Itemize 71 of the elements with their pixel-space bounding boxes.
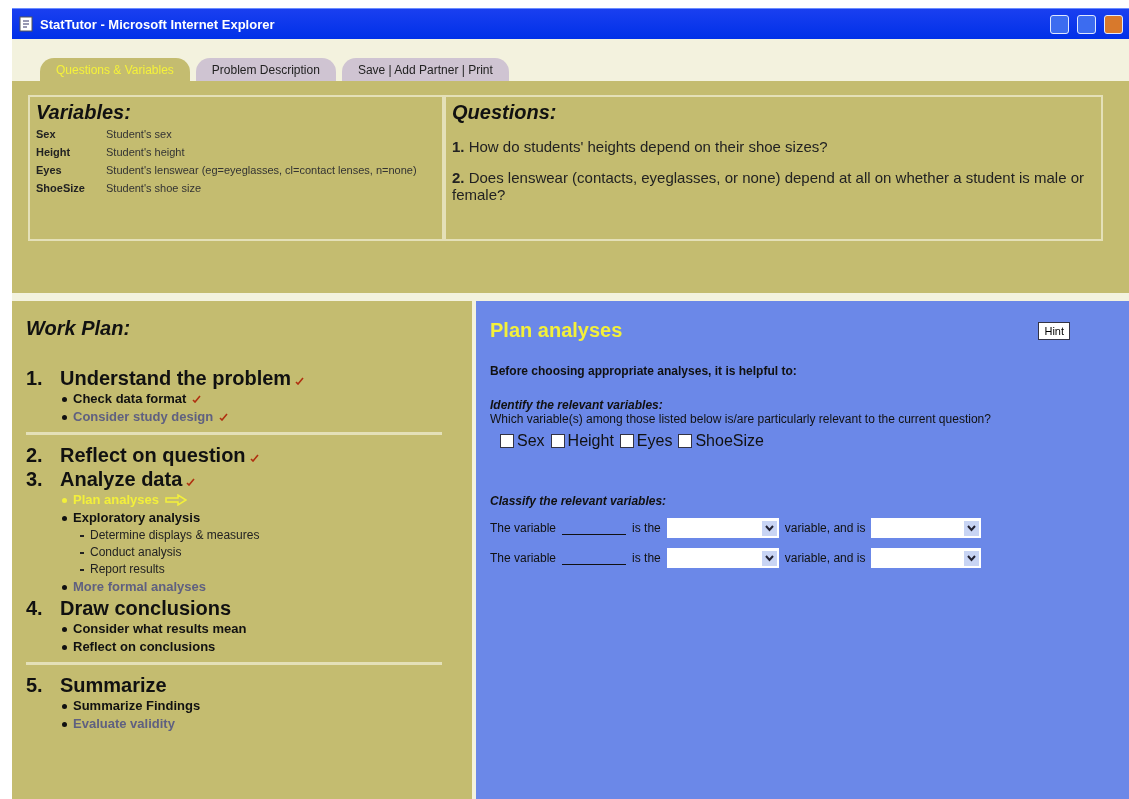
task-link[interactable]: Summarize Findings bbox=[73, 697, 201, 715]
variable-description: Student's height bbox=[106, 146, 186, 158]
maximize-button[interactable] bbox=[1077, 14, 1096, 34]
dash-icon bbox=[80, 551, 84, 554]
checkbox-label[interactable]: Eyes bbox=[636, 432, 673, 450]
checkbox[interactable] bbox=[500, 434, 514, 448]
subtask-link[interactable]: Determine displays & measures bbox=[90, 527, 260, 544]
variable-description: Student's shoe size bbox=[106, 182, 203, 194]
step-title[interactable]: Analyze data bbox=[60, 467, 183, 491]
checkbox-label[interactable]: Height bbox=[567, 432, 614, 450]
bullet-icon bbox=[62, 515, 67, 521]
question-text: 1. How do students' heights depend on their shoe sizes? bbox=[452, 138, 829, 155]
step-number: 3. bbox=[26, 467, 44, 491]
variable-description: Student's lenswear (eg=eyeglasses, cl=contact lenses, n=none) bbox=[106, 164, 418, 176]
step-heading: Plan analyses bbox=[490, 319, 623, 342]
variable-name: Sex bbox=[36, 128, 57, 140]
intro-text: Before choosing appropriate analyses, it is helpful to: bbox=[490, 364, 798, 378]
dash-icon bbox=[80, 534, 84, 537]
bullet-icon bbox=[62, 703, 67, 709]
step-title[interactable]: Summarize bbox=[60, 673, 167, 697]
arrow-icon bbox=[165, 494, 187, 506]
bullet-icon bbox=[62, 414, 67, 420]
question-text: 2. Does lenswear (contacts, eyeglasses, or none) depend at all on whether a student is male or female? bbox=[452, 169, 1086, 203]
bullet-icon bbox=[62, 497, 67, 503]
questions-heading: Questions: bbox=[452, 101, 558, 124]
step-number: 1. bbox=[26, 366, 44, 390]
bullet-icon bbox=[62, 721, 67, 727]
step-title[interactable]: Understand the problem bbox=[60, 366, 292, 390]
variable-name: ShoeSize bbox=[36, 182, 86, 194]
variable-name: Eyes bbox=[36, 164, 63, 176]
task-link[interactable]: Check data format bbox=[73, 390, 187, 408]
tab[interactable]: Problem Description bbox=[195, 58, 336, 81]
section-heading: Identify the relevant variables: bbox=[490, 398, 664, 412]
task-link[interactable]: Exploratory analysis bbox=[73, 509, 201, 527]
step-title[interactable]: Draw conclusions bbox=[60, 596, 232, 620]
bullet-icon bbox=[62, 644, 67, 650]
step-number: 4. bbox=[26, 596, 44, 620]
browser-page-icon bbox=[18, 16, 34, 32]
task-link[interactable]: Reflect on conclusions bbox=[73, 638, 216, 656]
close-button[interactable] bbox=[1104, 14, 1123, 34]
step-number: 2. bbox=[26, 443, 44, 467]
sentence-text: variable, and is bbox=[784, 521, 866, 535]
sentence-text: The variable bbox=[490, 521, 557, 535]
checkbox[interactable] bbox=[678, 434, 693, 448]
sentence-text: The variable bbox=[490, 551, 557, 565]
section-heading: Classify the relevant variables: bbox=[490, 494, 668, 508]
task-link[interactable]: Consider what results mean bbox=[73, 620, 247, 638]
variables-heading: Variables: bbox=[36, 101, 132, 124]
bullet-icon bbox=[62, 396, 67, 402]
minimize-button[interactable] bbox=[1050, 14, 1069, 34]
sentence-text: is the bbox=[632, 551, 661, 565]
subtask-link[interactable]: Conduct analysis bbox=[90, 544, 182, 561]
sentence-text: is the bbox=[632, 521, 661, 535]
sentence-text: variable, and is bbox=[784, 551, 866, 565]
step-title[interactable]: Reflect on question bbox=[60, 443, 246, 467]
bullet-icon bbox=[62, 626, 67, 632]
checkbox-label[interactable]: ShoeSize bbox=[695, 432, 764, 450]
question-prompt: Which variable(s) among those listed below is/are particularly relevant to the current question? bbox=[490, 412, 992, 426]
hint-button[interactable]: Hint bbox=[1038, 321, 1070, 340]
dash-icon bbox=[80, 568, 84, 571]
variable-description: Student's sex bbox=[106, 128, 173, 140]
variable-name: Height bbox=[36, 146, 72, 158]
bullet-icon bbox=[62, 584, 67, 590]
window-title: StatTutor - Microsoft Internet Explorer bbox=[40, 16, 276, 32]
tab[interactable]: Save | Add Partner | Print bbox=[341, 58, 509, 81]
work-plan-heading: Work Plan: bbox=[26, 317, 132, 340]
checkbox[interactable] bbox=[550, 434, 565, 448]
checkbox[interactable] bbox=[619, 434, 634, 448]
subtask-link[interactable]: Report results bbox=[90, 561, 165, 578]
step-number: 5. bbox=[26, 673, 44, 697]
checkbox-label[interactable]: Sex bbox=[517, 432, 545, 450]
